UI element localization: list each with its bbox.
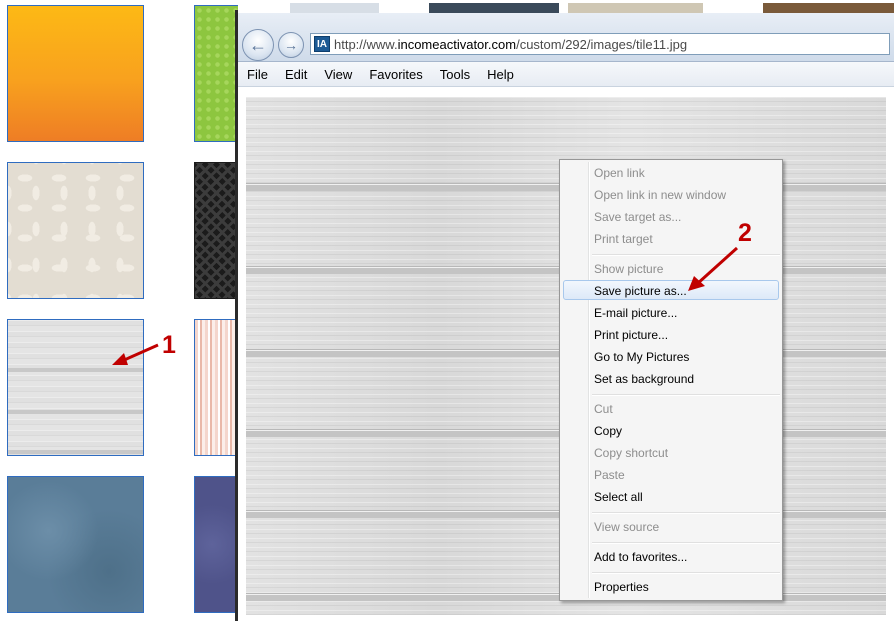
ctx-save-target-as[interactable]: Save target as... bbox=[594, 207, 681, 227]
ctx-add-to-favorites[interactable]: Add to favorites... bbox=[594, 547, 687, 567]
ctx-print-target[interactable]: Print target bbox=[594, 229, 653, 249]
ctx-print-picture[interactable]: Print picture... bbox=[594, 325, 668, 345]
step-2-arrow-icon bbox=[688, 246, 739, 291]
ctx-open-link-new-window[interactable]: Open link in new window bbox=[594, 185, 726, 205]
ctx-cut[interactable]: Cut bbox=[594, 399, 613, 419]
forward-arrow-icon: → bbox=[284, 37, 298, 53]
menu-separator bbox=[592, 542, 780, 544]
ctx-properties[interactable]: Properties bbox=[594, 577, 649, 597]
site-favicon-icon: IA bbox=[314, 36, 330, 52]
menu-edit[interactable]: Edit bbox=[276, 67, 315, 82]
menu-separator bbox=[592, 512, 780, 514]
menu-help[interactable]: Help bbox=[478, 67, 522, 82]
ctx-open-link[interactable]: Open link bbox=[594, 163, 645, 183]
ctx-set-as-background[interactable]: Set as background bbox=[594, 369, 694, 389]
back-arrow-icon: ← bbox=[249, 34, 267, 55]
menu-separator bbox=[592, 394, 780, 396]
ctx-view-source[interactable]: View source bbox=[594, 517, 659, 537]
ctx-go-to-my-pictures[interactable]: Go to My Pictures bbox=[594, 347, 689, 367]
menu-file[interactable]: File bbox=[238, 67, 276, 82]
ctx-copy-shortcut[interactable]: Copy shortcut bbox=[594, 443, 668, 463]
url-prefix: http://www. bbox=[334, 36, 398, 52]
url-field[interactable]: IA http://www. incomeactivator.com/custom… bbox=[310, 33, 890, 55]
orange-gradient-tile[interactable] bbox=[7, 5, 144, 142]
ctx-show-picture[interactable]: Show picture bbox=[594, 259, 663, 279]
step-2-label: 2 bbox=[738, 219, 752, 247]
step-1-label: 1 bbox=[162, 331, 176, 359]
back-button[interactable]: ← bbox=[242, 29, 274, 61]
ctx-copy[interactable]: Copy bbox=[594, 421, 622, 441]
blue-texture-tile[interactable] bbox=[7, 476, 144, 613]
forward-button[interactable]: → bbox=[278, 32, 304, 58]
ctx-save-picture-as[interactable]: Save picture as... bbox=[594, 281, 687, 301]
ctx-select-all[interactable]: Select all bbox=[594, 487, 643, 507]
background-page-strip bbox=[238, 3, 894, 13]
menu-favorites[interactable]: Favorites bbox=[360, 67, 430, 82]
floral-beige-tile[interactable] bbox=[7, 162, 144, 299]
url-path: /custom/292/images/tile11.jpg bbox=[516, 36, 688, 52]
url-domain: incomeactivator.com bbox=[397, 36, 517, 52]
step-1-arrow-icon bbox=[112, 343, 159, 365]
gray-wood-tile[interactable] bbox=[7, 319, 144, 456]
navy-texture-tile[interactable] bbox=[194, 476, 239, 613]
ctx-paste[interactable]: Paste bbox=[594, 465, 625, 485]
menu-view[interactable]: View bbox=[315, 67, 360, 82]
address-bar: ← → IA http://www. incomeactivator.com/cu… bbox=[238, 13, 894, 62]
green-dots-tile[interactable] bbox=[194, 5, 239, 142]
black-maze-tile[interactable] bbox=[194, 162, 239, 299]
menu-bar: File Edit View Favorites Tools Help bbox=[238, 62, 894, 87]
menu-separator bbox=[592, 572, 780, 574]
menu-tools[interactable]: Tools bbox=[431, 67, 478, 82]
pink-stripes-tile[interactable] bbox=[194, 319, 239, 456]
ctx-email-picture[interactable]: E-mail picture... bbox=[594, 303, 677, 323]
